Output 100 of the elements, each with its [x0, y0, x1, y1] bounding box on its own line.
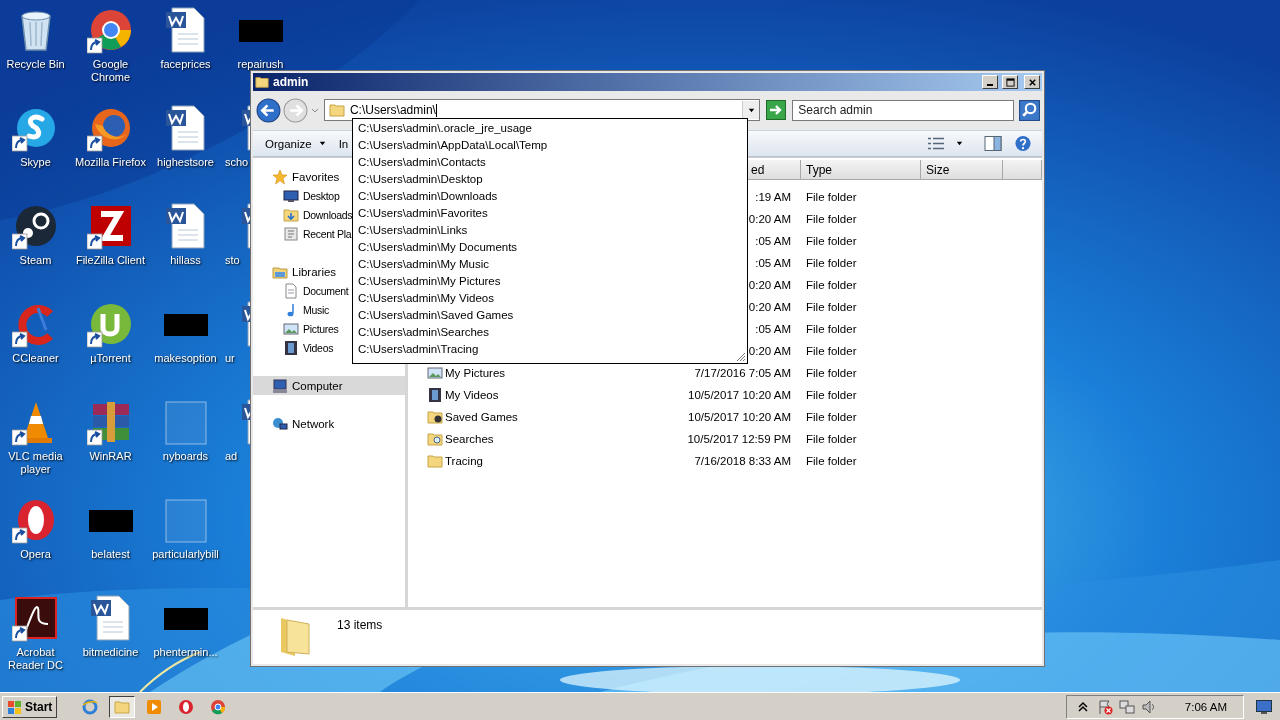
maximize-icon [1005, 77, 1015, 87]
autocomplete-item[interactable]: C:\Users\admin\Tracing [353, 341, 747, 358]
minimize-button[interactable] [982, 75, 998, 89]
network-icon[interactable] [1118, 698, 1135, 715]
file-name[interactable]: Tracing [445, 455, 483, 467]
desktop-icon-label[interactable]: Acrobat Reader DC [0, 646, 73, 672]
desktop-icon-label[interactable]: makesoption [154, 352, 217, 365]
column-header[interactable]: Size [921, 160, 1003, 180]
desktop-icon-label[interactable]: belatest [91, 548, 130, 561]
autocomplete-item[interactable]: C:\Users\admin\Downloads [353, 188, 747, 205]
navigation-item[interactable]: Computer [253, 376, 405, 395]
desktop-icon-label[interactable]: highestsore [157, 156, 214, 169]
file-name[interactable]: Searches [445, 433, 494, 445]
desktop-icon-label[interactable]: ur [225, 352, 235, 365]
navigation-item[interactable]: Network [272, 414, 335, 433]
file-type: File folder [806, 235, 857, 247]
desktop-icon-label[interactable]: Skype [20, 156, 51, 169]
navigation-item[interactable]: Videos [283, 338, 334, 357]
autocomplete-item[interactable]: C:\Users\admin\Desktop [353, 171, 747, 188]
desktop-icon-label[interactable]: bitmedicine [82, 646, 139, 659]
start-button[interactable]: Start [2, 695, 58, 718]
date-modified: 10/5/2017 12:59 PM [687, 433, 791, 445]
pictures-icon [283, 320, 299, 337]
document-icon [283, 282, 299, 299]
internet-explorer-icon [82, 698, 99, 715]
autocomplete-item[interactable]: C:\Users\admin\Contacts [353, 154, 747, 171]
autocomplete-item[interactable]: C:\Users\admin\My Pictures [353, 273, 747, 290]
desktop-icon-label[interactable]: Steam [19, 254, 52, 267]
desktop-icon-label[interactable]: Mozilla Firefox [75, 156, 146, 169]
downloads-folder-icon [283, 206, 299, 223]
date-modified: :05 AM [755, 235, 791, 247]
navigation-item[interactable]: Recent Pla [283, 224, 352, 243]
minimize-icon [987, 84, 993, 86]
dropdown-button[interactable] [742, 101, 760, 119]
desktop-icon-label[interactable]: VLC media player [0, 450, 73, 476]
file-type: File folder [806, 367, 857, 379]
navigation-item[interactable]: Favorites [272, 167, 340, 186]
autocomplete-item[interactable]: C:\Users\admin\.oracle_jre_usage [353, 120, 747, 137]
show-desktop-icon[interactable] [1256, 699, 1272, 714]
autocomplete-item[interactable]: C:\Users\admin\Searches [353, 324, 747, 341]
autocomplete-item[interactable]: C:\Users\admin\Saved Games [353, 307, 747, 324]
navigation-item[interactable]: Desktop [283, 186, 340, 205]
autocomplete-item[interactable]: C:\Users\admin\My Videos [353, 290, 747, 307]
date-modified: 7/16/2018 8:33 AM [694, 455, 791, 467]
close-button[interactable] [1024, 75, 1040, 89]
autocomplete-item[interactable]: C:\Users\admin\My Music [353, 256, 747, 273]
film-icon [283, 339, 299, 356]
file-name[interactable]: My Videos [445, 389, 499, 401]
desktop-icon-label[interactable]: nyboards [162, 450, 209, 463]
desktop-icon-label[interactable]: repairush [237, 58, 284, 71]
desktop-icon-label[interactable]: WinRAR [89, 450, 132, 463]
date-modified: 10/5/2017 10:20 AM [688, 389, 791, 401]
desktop-icon-label[interactable]: Google Chrome [73, 58, 148, 84]
navigation-item[interactable]: Libraries [272, 262, 337, 281]
desktop-icon-label[interactable]: ad [225, 450, 238, 463]
toolbar-button[interactable]: Organize [265, 135, 327, 152]
flag-icon[interactable] [1096, 698, 1113, 715]
maximize-button[interactable] [1002, 75, 1018, 89]
autocomplete-item[interactable]: C:\Users\admin\AppData\Local\Temp [353, 137, 747, 154]
speaker-icon[interactable] [1140, 698, 1157, 715]
column-header[interactable]: Type [801, 160, 921, 180]
navigation-item[interactable]: Document [283, 281, 349, 300]
search-icon[interactable] [1019, 99, 1040, 121]
desktop-icon-label[interactable]: sto [225, 254, 240, 267]
address-field[interactable]: C:\Users\admin\ [323, 99, 761, 121]
help-icon[interactable] [1014, 135, 1032, 152]
file-name[interactable]: My Pictures [445, 367, 506, 379]
navigation-item[interactable]: Music [283, 300, 329, 319]
desktop-icon-label[interactable]: phentermin... [153, 646, 218, 659]
desktop-icon-label[interactable]: hillass [170, 254, 201, 267]
desktop-icon-label[interactable]: µTorrent [90, 352, 131, 365]
caret-icon[interactable] [955, 139, 964, 148]
games-folder-icon [427, 409, 443, 425]
desktop-icon-label[interactable]: scho [225, 156, 249, 169]
back-button[interactable] [256, 97, 281, 123]
desktop-icon-label[interactable]: particularlybill [152, 548, 219, 561]
windows-logo-icon [7, 698, 23, 715]
go-button[interactable] [766, 100, 787, 120]
desktop-icon-label[interactable]: FileZilla Client [75, 254, 146, 267]
pictures-icon [427, 365, 443, 381]
navigation-item[interactable]: Pictures [283, 319, 339, 338]
desktop-icon-label[interactable]: Opera [20, 548, 51, 561]
desktop-icon-label[interactable]: faceprices [160, 58, 211, 71]
resize-grip-icon[interactable] [734, 350, 746, 362]
toolbar-button[interactable]: In [338, 135, 349, 152]
file-name[interactable]: Saved Games [445, 411, 518, 423]
desktop-icon-label[interactable]: CCleaner [12, 352, 59, 365]
preview-pane-icon[interactable] [984, 135, 1002, 152]
item-count: 13 items [337, 618, 383, 632]
view-options-icon[interactable] [927, 135, 945, 152]
date-modified: :05 AM [755, 257, 791, 269]
autocomplete-item[interactable]: C:\Users\admin\My Documents [353, 239, 747, 256]
navigation-item[interactable]: Downloads [283, 205, 353, 224]
autocomplete-item[interactable]: C:\Users\admin\Links [353, 222, 747, 239]
search-field[interactable]: Search admin [792, 99, 1015, 121]
desktop-icon-label[interactable]: Recycle Bin [6, 58, 65, 71]
clock[interactable]: 7:06 AM [1184, 700, 1227, 713]
date-modified: 7/17/2016 7:05 AM [694, 367, 791, 379]
autocomplete-item[interactable]: C:\Users\admin\Favorites [353, 205, 747, 222]
taskbar-button[interactable] [109, 695, 136, 718]
